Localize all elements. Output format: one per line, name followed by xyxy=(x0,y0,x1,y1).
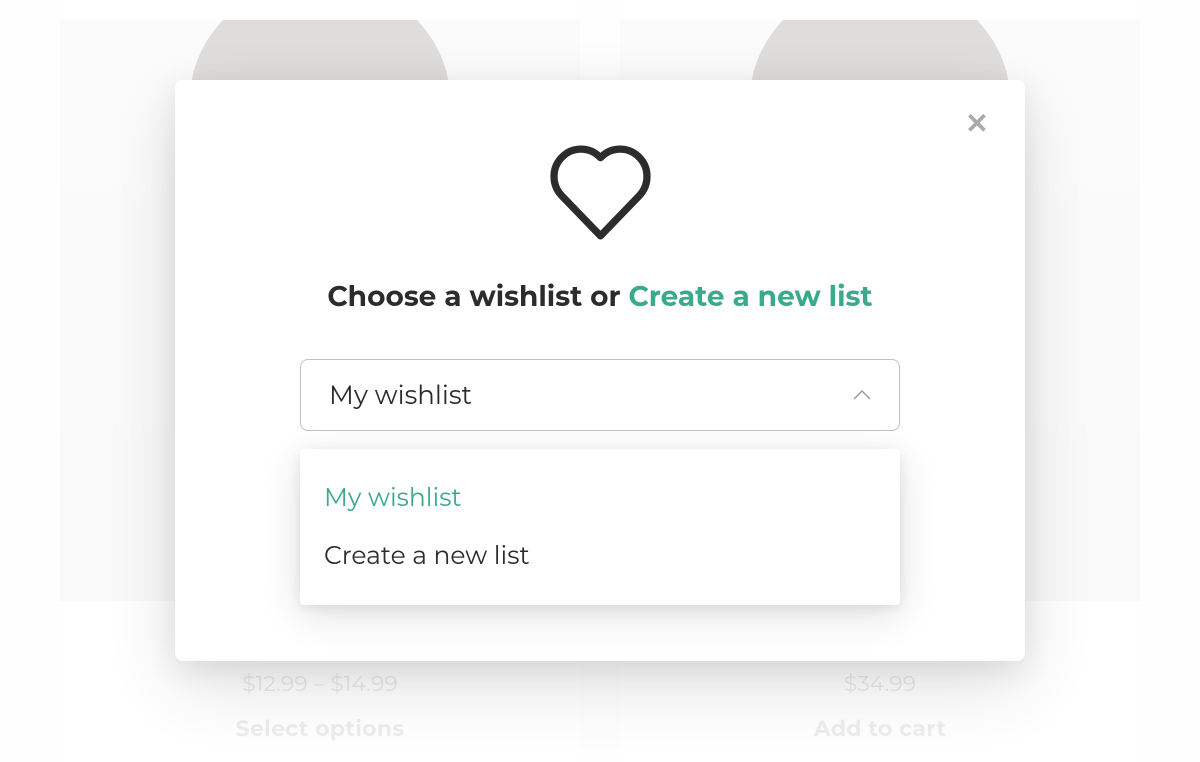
modal-heading-text: Choose a wishlist or xyxy=(327,280,628,314)
modal-heading: Choose a wishlist or Create a new list xyxy=(225,280,975,314)
heart-icon xyxy=(543,145,658,245)
close-icon: ✕ xyxy=(965,110,988,138)
wishlist-select[interactable]: My wishlist xyxy=(300,359,900,431)
dropdown-option-create-new[interactable]: Create a new list xyxy=(300,527,900,585)
chevron-up-icon xyxy=(853,390,871,400)
create-new-list-link[interactable]: Create a new list xyxy=(629,280,873,314)
wishlist-select-value: My wishlist xyxy=(329,379,472,411)
wishlist-chooser-modal: ✕ Choose a wishlist or Create a new list… xyxy=(175,80,1025,661)
close-button[interactable]: ✕ xyxy=(961,108,993,140)
dropdown-option-my-wishlist[interactable]: My wishlist xyxy=(300,469,900,527)
wishlist-dropdown: My wishlist Create a new list xyxy=(300,449,900,605)
wishlist-select-wrap: My wishlist My wishlist Create a new lis… xyxy=(300,359,900,431)
